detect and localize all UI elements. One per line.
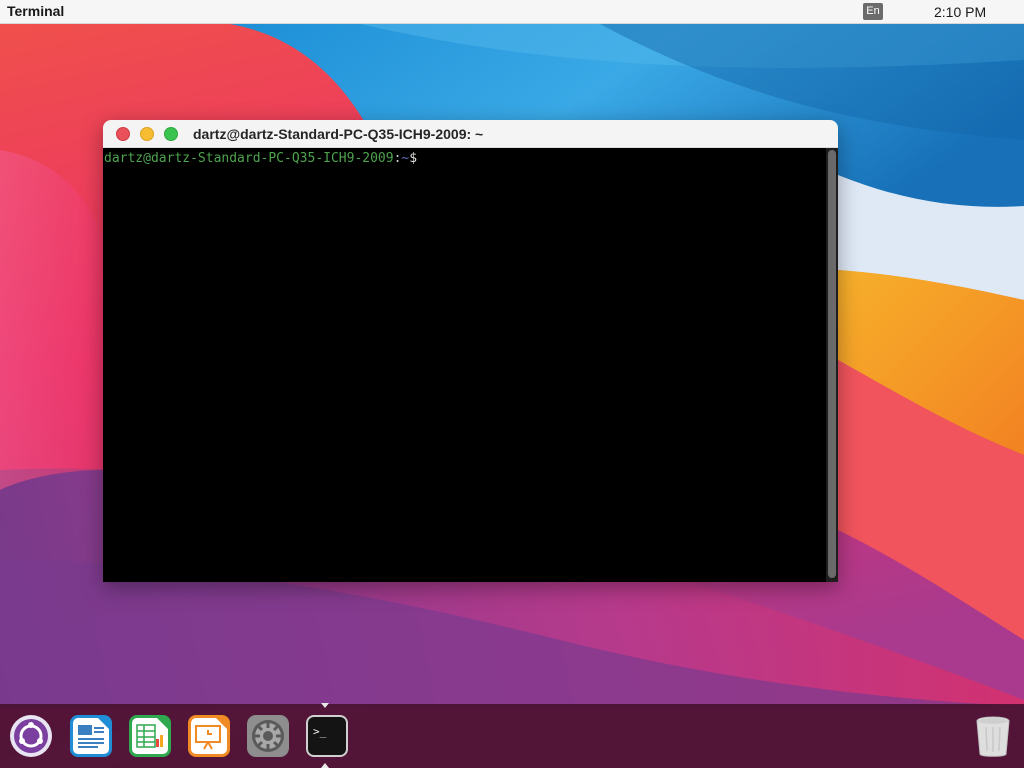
maximize-window-button[interactable] xyxy=(164,127,178,141)
terminal-output[interactable]: dartz@dartz-Standard-PC-Q35-ICH9-2009:~$ xyxy=(103,148,838,582)
prompt-user-host: dartz@dartz-Standard-PC-Q35-ICH9-2009 xyxy=(104,151,394,166)
prompt-line: dartz@dartz-Standard-PC-Q35-ICH9-2009:~$ xyxy=(104,151,417,166)
terminal-window[interactable]: dartz@dartz-Standard-PC-Q35-ICH9-2009: ~… xyxy=(103,120,838,582)
vertical-scrollbar[interactable] xyxy=(826,148,838,582)
terminal-running-indicator-bottom xyxy=(321,763,329,768)
scrollbar-thumb[interactable] xyxy=(828,150,836,578)
window-title: dartz@dartz-Standard-PC-Q35-ICH9-2009: ~ xyxy=(193,126,484,142)
impress-icon[interactable] xyxy=(186,713,232,759)
window-titlebar[interactable]: dartz@dartz-Standard-PC-Q35-ICH9-2009: ~ xyxy=(103,120,838,148)
close-window-button[interactable] xyxy=(116,127,130,141)
active-app-menu[interactable]: Terminal xyxy=(7,3,64,19)
input-language-indicator[interactable]: En xyxy=(863,3,883,20)
minimize-window-button[interactable] xyxy=(140,127,154,141)
calc-icon[interactable] xyxy=(127,713,173,759)
desktop: Terminal En 2:10 PM dartz@dartz-Standard… xyxy=(0,0,1024,768)
terminal-running-indicator xyxy=(321,703,329,708)
settings-icon[interactable] xyxy=(245,713,291,759)
terminal-icon[interactable]: >_ xyxy=(304,713,350,759)
prompt-symbol: $ xyxy=(409,151,418,166)
trash-icon[interactable] xyxy=(970,713,1016,759)
launcher-icon[interactable] xyxy=(8,713,54,759)
clock[interactable]: 2:10 PM xyxy=(934,4,986,20)
terminal-icon-glyph: >_ xyxy=(313,725,327,738)
writer-icon[interactable] xyxy=(68,713,114,759)
dock: >_ xyxy=(0,704,1024,768)
top-bar: Terminal En 2:10 PM xyxy=(0,0,1024,24)
